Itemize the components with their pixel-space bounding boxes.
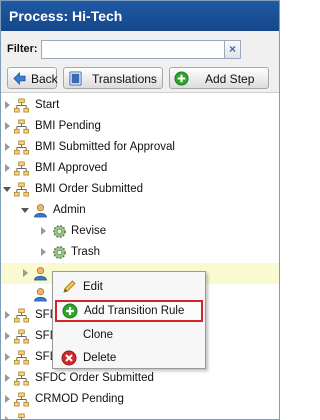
tree-node-start[interactable]: Start (1, 95, 279, 116)
menu-item-label: Clone (83, 329, 114, 341)
step-icon (14, 182, 29, 197)
expand-toggle[interactable] (5, 101, 10, 109)
collapse-toggle[interactable] (3, 187, 11, 192)
step-icon (14, 413, 29, 420)
filter-input[interactable] (41, 40, 225, 59)
step-icon (14, 98, 29, 113)
translations-icon (69, 71, 82, 86)
translations-button[interactable]: Translations (63, 67, 163, 89)
filter-row: Filter: × (1, 31, 279, 63)
tree-node-revise[interactable]: Revise (1, 221, 279, 242)
expand-toggle[interactable] (23, 269, 28, 277)
filter-label: Filter: (7, 43, 38, 55)
step-icon (14, 350, 29, 365)
menu-item-label: Edit (83, 281, 103, 293)
delete-icon (61, 350, 77, 366)
menu-item-add-transition-rule[interactable]: Add Transition Rule (55, 300, 203, 322)
expand-toggle[interactable] (41, 248, 46, 256)
step-icon (14, 161, 29, 176)
tree-node-label: SFDC Order Submitted (35, 372, 154, 384)
back-arrow-icon (13, 71, 26, 86)
step-icon (14, 329, 29, 344)
step-icon (14, 392, 29, 407)
back-button[interactable]: Back (7, 67, 58, 89)
collapse-toggle[interactable] (21, 208, 29, 213)
tree-node-bmi-submitted[interactable]: BMI Submitted for Approval (1, 137, 279, 158)
tree-node-trash[interactable]: Trash (1, 242, 279, 263)
expand-toggle[interactable] (5, 395, 10, 403)
process-tree: Start BMI Pending BMI Submitted for Appr… (1, 94, 279, 420)
add-icon (174, 71, 189, 86)
tree-node-label: BMI Submitted for Approval (35, 141, 175, 153)
expand-toggle[interactable] (5, 374, 10, 382)
step-icon (14, 140, 29, 155)
clear-filter-button[interactable]: × (224, 40, 241, 59)
clear-icon: × (228, 42, 236, 56)
tree-node-label: Trash (71, 246, 100, 258)
add-step-button-label: Add Step (205, 72, 255, 86)
tree-node-label: BMI Pending (35, 120, 101, 132)
add-step-button[interactable]: Add Step (169, 67, 269, 89)
expand-toggle[interactable] (5, 311, 10, 319)
expand-toggle[interactable] (5, 416, 10, 420)
panel-title: Process: Hi-Tech (1, 1, 279, 31)
expand-toggle[interactable] (5, 143, 10, 151)
back-button-label: Back (31, 72, 58, 86)
menu-item-label: Add Transition Rule (84, 305, 185, 317)
tree-node-label: BMI Approved (35, 162, 108, 174)
tree-node-bmi-pending[interactable]: BMI Pending (1, 116, 279, 137)
tree-node-label: CRMOD Pending (35, 393, 124, 405)
user-icon (33, 287, 48, 302)
expand-toggle[interactable] (5, 353, 10, 361)
step-icon (14, 371, 29, 386)
user-icon (33, 266, 48, 281)
context-menu: Edit Add Transition Rule Clone Delete (52, 271, 206, 369)
step-icon (14, 119, 29, 134)
tree-node-bmi-order-submitted[interactable]: BMI Order Submitted (1, 179, 279, 200)
user-icon (33, 203, 48, 218)
pencil-icon (63, 280, 76, 293)
add-icon (62, 303, 78, 319)
menu-item-edit[interactable]: Edit (53, 276, 205, 298)
action-gear-icon (52, 245, 67, 260)
tree-node-label: Revise (71, 225, 107, 237)
expand-toggle[interactable] (5, 332, 10, 340)
action-gear-icon (52, 224, 67, 239)
translations-button-label: Translations (92, 72, 157, 86)
toolbar: Back Translations Add Step (1, 63, 279, 93)
tree-node-partial[interactable] (1, 410, 279, 420)
menu-item-clone[interactable]: Clone (53, 324, 205, 346)
tree-node-admin[interactable]: Admin (1, 200, 279, 221)
menu-item-label: Delete (83, 352, 117, 364)
tree-node-label: Admin (53, 204, 86, 216)
expand-toggle[interactable] (5, 122, 10, 130)
expand-toggle[interactable] (5, 164, 10, 172)
expand-toggle[interactable] (41, 227, 46, 235)
tree-node-label: Start (35, 99, 60, 111)
tree-node-label: BMI Order Submitted (35, 183, 144, 195)
menu-item-delete[interactable]: Delete (53, 347, 205, 369)
tree-node-bmi-approved[interactable]: BMI Approved (1, 158, 279, 179)
tree-node-crmod-pending[interactable]: CRMOD Pending (1, 389, 279, 410)
step-icon (14, 308, 29, 323)
tree-node-sfdc-order-submitted[interactable]: SFDC Order Submitted (1, 368, 279, 389)
